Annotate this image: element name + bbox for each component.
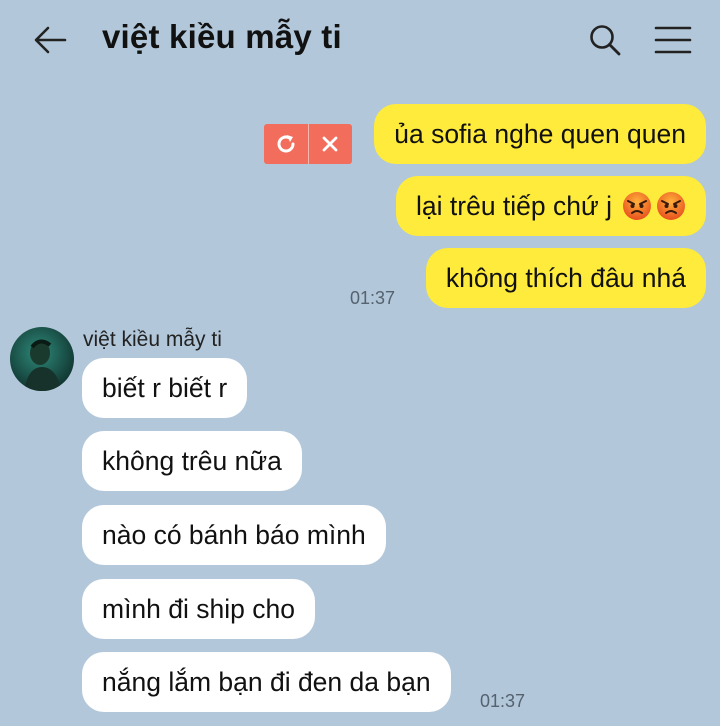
sender-name: việt kiều mẫy ti — [83, 328, 222, 351]
close-icon — [322, 136, 338, 152]
retry-icon — [277, 135, 295, 153]
incoming-message[interactable]: nắng lắm bạn đi đen da bạn — [82, 652, 451, 712]
failed-message-actions — [264, 124, 352, 164]
chat-header: việt kiều mẫy ti — [0, 0, 720, 80]
back-button[interactable] — [30, 22, 70, 58]
profile-photo — [10, 327, 74, 391]
outgoing-message[interactable]: không thích đâu nhá — [425, 248, 706, 308]
incoming-message[interactable]: biết r biết r — [82, 358, 248, 418]
incoming-message[interactable]: không trêu nữa — [82, 431, 302, 491]
search-button[interactable] — [585, 20, 625, 60]
angry-face-emoji — [623, 192, 651, 220]
message-text: không thích đâu nhá — [445, 262, 686, 293]
delete-button[interactable] — [308, 124, 352, 164]
incoming-message[interactable]: mình đi ship cho — [82, 579, 315, 639]
message-text: nắng lắm bạn đi đen da bạn — [102, 666, 431, 697]
search-icon — [590, 25, 621, 56]
outgoing-message[interactable]: lại trêu tiếp chứ j — [396, 176, 706, 236]
message-time: 01:37 — [350, 288, 396, 308]
message-text: lại trêu tiếp chứ j — [416, 190, 612, 221]
message-text: biết r biết r — [102, 372, 228, 403]
chat-title: việt kiều mẫy ti — [102, 18, 342, 55]
angry-face-emoji — [657, 192, 685, 220]
message-text: không trêu nữa — [102, 445, 282, 476]
avatar[interactable] — [10, 327, 74, 391]
message-text: ủa sofia nghe quen quen — [394, 118, 686, 149]
outgoing-message[interactable]: ủa sofia nghe quen quen — [374, 104, 706, 164]
menu-button[interactable] — [650, 20, 696, 60]
retry-button[interactable] — [264, 124, 308, 164]
message-text: mình đi ship cho — [102, 593, 295, 624]
message-text: nào có bánh báo mình — [102, 519, 366, 550]
hamburger-menu-icon — [654, 26, 692, 54]
incoming-message[interactable]: nào có bánh báo mình — [82, 505, 386, 565]
arrow-left-icon — [34, 26, 67, 54]
message-time: 01:37 — [480, 691, 526, 711]
